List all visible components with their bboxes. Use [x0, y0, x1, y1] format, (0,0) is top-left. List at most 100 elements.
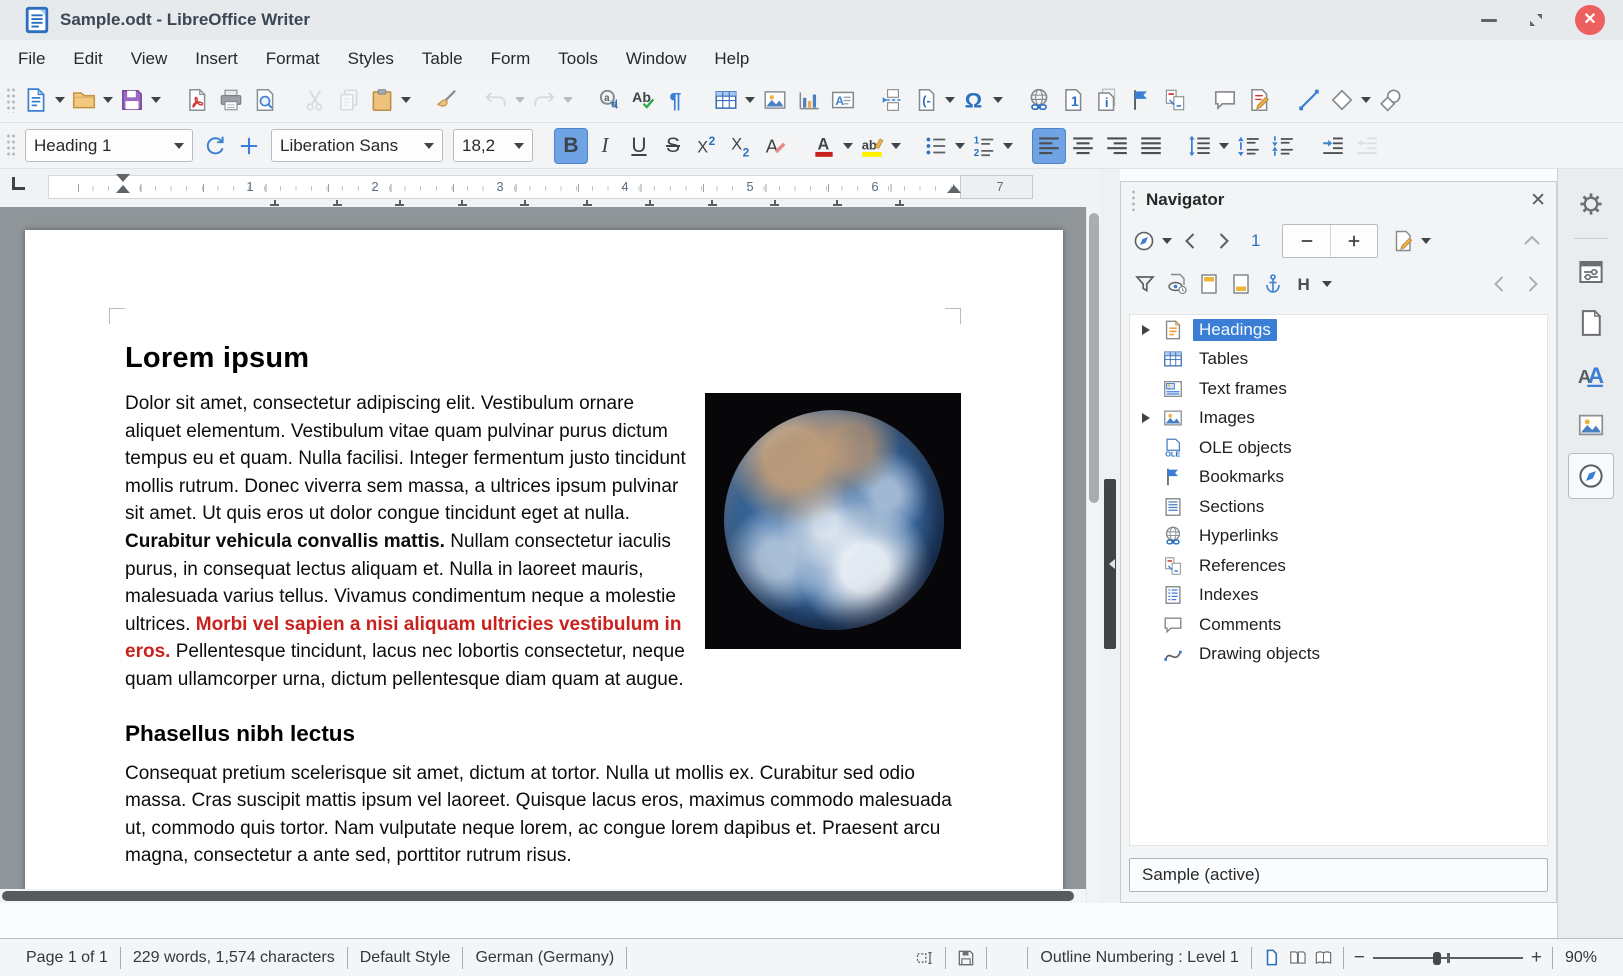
save-button[interactable] [116, 82, 164, 118]
collapse-panel-button[interactable] [1516, 225, 1548, 257]
copy-button[interactable] [332, 82, 366, 118]
navigator-document-selector[interactable]: Sample (active) [1129, 858, 1548, 892]
bullet-list-button[interactable] [920, 128, 968, 164]
menu-form[interactable]: Form [477, 40, 545, 78]
ruler-band[interactable] [48, 175, 1033, 199]
increase-paragraph-spacing-button[interactable] [1232, 128, 1266, 164]
redo-button[interactable] [528, 82, 576, 118]
book-view-icon[interactable] [1314, 948, 1333, 967]
sidebar-settings[interactable] [1568, 181, 1614, 227]
zoom-slider[interactable] [1373, 951, 1523, 965]
tab-styles[interactable] [1568, 351, 1614, 397]
status-language[interactable]: German (Germany) [463, 949, 626, 967]
status-word-count[interactable]: 229 words, 1,574 characters [121, 949, 347, 967]
document-heading-2[interactable]: Phasellus nibh lectus [125, 721, 961, 747]
dropdown-caret-icon[interactable] [1003, 143, 1013, 149]
navigator-item-indexes[interactable]: Indexes [1130, 581, 1547, 611]
print-preview-button[interactable] [248, 82, 282, 118]
sidebar-splitter[interactable] [1100, 169, 1120, 903]
page-increment-button[interactable] [1331, 225, 1378, 257]
align-right-button[interactable] [1100, 128, 1134, 164]
status-page-info[interactable]: Page 1 of 1 [14, 949, 120, 967]
justify-button[interactable] [1134, 128, 1168, 164]
formatting-marks-button[interactable] [660, 82, 694, 118]
page-number[interactable]: 1 [1239, 231, 1272, 251]
line-spacing-button[interactable] [1184, 128, 1232, 164]
dropdown-caret-icon[interactable] [843, 143, 853, 149]
insert-table-button[interactable] [710, 82, 758, 118]
italic-button[interactable]: I [588, 128, 622, 164]
document-page[interactable]: Lorem ipsum Dolor sit amet, consectetur … [25, 230, 1063, 903]
cut-button[interactable] [298, 82, 332, 118]
status-zoom-percent[interactable]: 90% [1553, 949, 1609, 967]
right-indent-marker[interactable] [947, 185, 961, 193]
navigator-item-references[interactable]: References [1130, 551, 1547, 581]
tab-page[interactable] [1568, 300, 1614, 346]
menu-table[interactable]: Table [408, 40, 477, 78]
dropdown-caret-icon[interactable] [514, 143, 524, 149]
insert-hyperlink-button[interactable] [1022, 82, 1056, 118]
zoom-in-button[interactable]: + [1531, 948, 1542, 967]
insert-cross-reference-button[interactable] [1158, 82, 1192, 118]
status-outline-level[interactable]: Outline Numbering : Level 1 [1028, 949, 1250, 967]
restore-button[interactable] [1527, 11, 1545, 29]
document-paragraph-1[interactable]: Dolor sit amet, consectetur adipiscing e… [125, 390, 961, 694]
footer-toggle-button[interactable] [1225, 268, 1257, 300]
undo-button[interactable] [480, 82, 528, 118]
update-style-button[interactable] [198, 128, 232, 164]
increase-indent-button[interactable] [1316, 128, 1350, 164]
superscript-button[interactable] [690, 128, 724, 164]
print-button[interactable] [214, 82, 248, 118]
menu-styles[interactable]: Styles [334, 40, 408, 78]
numbered-list-button[interactable] [968, 128, 1016, 164]
new-style-button[interactable] [232, 128, 266, 164]
track-content-changes-button[interactable] [1161, 268, 1193, 300]
dropdown-caret-icon[interactable] [1361, 97, 1371, 103]
dropdown-caret-icon[interactable] [424, 143, 434, 149]
left-indent-marker[interactable] [116, 185, 130, 193]
tab-properties[interactable] [1568, 249, 1614, 295]
highlight-color-button[interactable] [856, 128, 904, 164]
dropdown-caret-icon[interactable] [891, 143, 901, 149]
dropdown-caret-icon[interactable] [174, 143, 184, 149]
dropdown-caret-icon[interactable] [103, 97, 113, 103]
track-changes-button[interactable] [1242, 82, 1276, 118]
align-left-button[interactable] [1032, 128, 1066, 164]
navigator-item-drawing-objects[interactable]: Drawing objects [1130, 640, 1547, 670]
align-center-button[interactable] [1066, 128, 1100, 164]
earth-image[interactable] [705, 393, 961, 649]
navigator-item-tables[interactable]: Tables [1130, 345, 1547, 375]
single-page-view-icon[interactable] [1262, 948, 1281, 967]
tab-navigator[interactable] [1568, 453, 1614, 499]
underline-button[interactable]: U [622, 128, 656, 164]
zoom-slider-thumb[interactable] [1433, 952, 1441, 965]
font-size-combo[interactable]: 18,2 [453, 129, 533, 162]
clone-formatting-button[interactable] [430, 82, 464, 118]
toolbar-grip[interactable] [6, 87, 16, 113]
dropdown-caret-icon[interactable] [401, 97, 411, 103]
next-item-button[interactable] [1516, 268, 1548, 300]
navigator-item-text-frames[interactable]: Text frames [1130, 374, 1547, 404]
dropdown-caret-icon[interactable] [993, 97, 1003, 103]
insert-page-break-button[interactable] [876, 82, 910, 118]
clear-formatting-button[interactable] [758, 128, 792, 164]
decrease-paragraph-spacing-button[interactable] [1266, 128, 1300, 164]
menu-help[interactable]: Help [700, 40, 763, 78]
content-filter-button[interactable] [1129, 268, 1161, 300]
menu-file[interactable]: File [4, 40, 59, 78]
strikethrough-button[interactable]: S [656, 128, 690, 164]
multi-page-view-icon[interactable] [1288, 948, 1307, 967]
insert-line-button[interactable] [1292, 82, 1326, 118]
dropdown-caret-icon[interactable] [1322, 281, 1332, 287]
document-area[interactable]: Lorem ipsum Dolor sit amet, consectetur … [0, 207, 1086, 903]
close-button[interactable]: ✕ [1575, 5, 1605, 35]
next-page-button[interactable] [1207, 225, 1239, 257]
spelling-button[interactable] [626, 82, 660, 118]
menu-format[interactable]: Format [252, 40, 334, 78]
document-paragraph-2[interactable]: Consequat pretium scelerisque sit amet, … [125, 760, 961, 870]
insert-text-box-button[interactable] [826, 82, 860, 118]
open-file-button[interactable] [68, 82, 116, 118]
show-draw-functions-button[interactable] [1374, 82, 1408, 118]
insert-endnote-button[interactable] [1090, 82, 1124, 118]
dropdown-caret-icon[interactable] [745, 97, 755, 103]
